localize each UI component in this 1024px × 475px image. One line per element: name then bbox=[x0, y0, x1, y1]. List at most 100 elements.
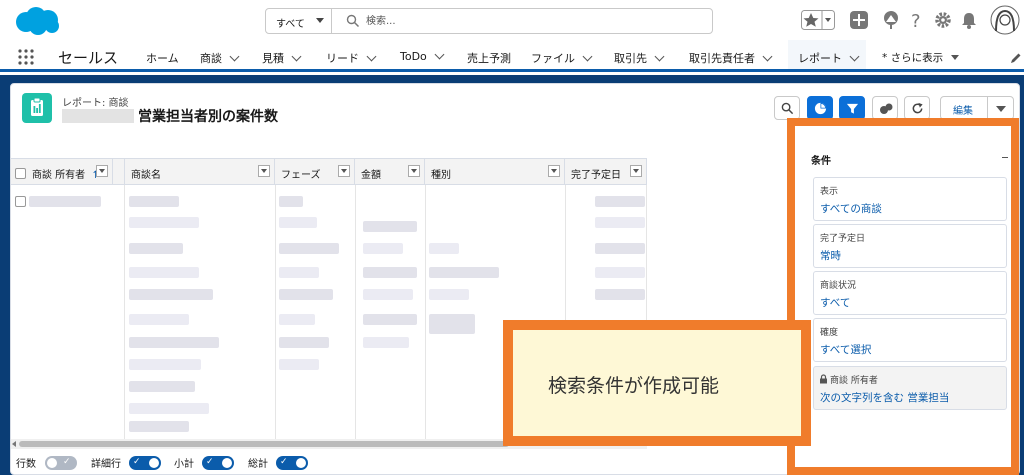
toggle-knob bbox=[296, 458, 306, 468]
row-checkbox[interactable] bbox=[15, 196, 26, 207]
nav-item-forecasts[interactable]: 売上予測 bbox=[467, 50, 511, 66]
filter-show[interactable]: 表示 すべての商談 bbox=[813, 177, 1007, 221]
nav-item-opportunities[interactable]: 商談 bbox=[200, 50, 240, 66]
redacted-text bbox=[363, 289, 413, 300]
trailhead-icon[interactable] bbox=[881, 10, 901, 30]
redacted-text bbox=[429, 289, 469, 300]
grand-total-toggle[interactable]: ✓ bbox=[276, 456, 308, 470]
pie-chart-icon bbox=[814, 102, 827, 115]
nav-more-button[interactable]: * さらに表示 bbox=[882, 50, 960, 65]
column-menu-button[interactable] bbox=[408, 165, 420, 177]
subscribe-button[interactable] bbox=[872, 96, 898, 120]
salesforce-logo[interactable] bbox=[12, 6, 62, 36]
scroll-left-arrow-icon[interactable] bbox=[12, 441, 16, 447]
filter-value: すべて選択 bbox=[820, 344, 872, 356]
notifications-bell-icon[interactable] bbox=[960, 10, 978, 30]
chevron-down-icon[interactable] bbox=[582, 51, 593, 62]
filter-label: 商談 所有者 bbox=[830, 376, 878, 386]
column-header-type[interactable]: 種別 bbox=[425, 159, 565, 185]
detail-rows-toggle[interactable]: ✓ bbox=[129, 456, 161, 470]
select-all-checkbox[interactable] bbox=[15, 168, 26, 179]
column-menu-button[interactable] bbox=[630, 165, 642, 177]
redacted-text bbox=[29, 196, 101, 207]
column-header-label: 商談名 bbox=[131, 170, 161, 181]
column-header-amount[interactable]: 金額 bbox=[355, 159, 425, 185]
edit-nav-pencil-icon[interactable] bbox=[1010, 52, 1022, 64]
bubbles-icon bbox=[880, 103, 893, 114]
edit-menu-dropdown-icon[interactable] bbox=[996, 106, 1006, 112]
nav-item-accounts[interactable]: 取引先 bbox=[614, 50, 665, 66]
chevron-down-icon[interactable] bbox=[654, 51, 665, 62]
search-scope-select[interactable]: すべて bbox=[266, 9, 332, 33]
collapse-icon[interactable] bbox=[1002, 157, 1008, 158]
nav-item-label: リード bbox=[326, 52, 359, 65]
breadcrumb[interactable]: レポート: 商談 bbox=[62, 94, 129, 109]
redacted-text bbox=[595, 243, 645, 254]
redacted-text bbox=[129, 196, 179, 207]
edit-button[interactable]: 編集 bbox=[953, 102, 973, 117]
annotation-text: 検索条件が作成可能 bbox=[548, 375, 720, 397]
redacted-text bbox=[279, 359, 319, 370]
search-icon bbox=[781, 102, 794, 115]
report-footer: 行数 ✓ 詳細行 ✓ 小計 ✓ 総計 ✓ bbox=[11, 453, 711, 473]
global-add-icon[interactable] bbox=[849, 10, 869, 30]
user-avatar[interactable] bbox=[990, 5, 1020, 35]
filter-label: 表示 bbox=[820, 187, 839, 197]
column-header-label: 完了予定日 bbox=[571, 170, 621, 181]
row-counts-toggle[interactable]: ✓ bbox=[45, 456, 77, 470]
setup-gear-icon[interactable] bbox=[934, 10, 952, 30]
chevron-down-icon[interactable] bbox=[434, 49, 445, 60]
filter-opportunity-status[interactable]: 商談状況 すべて bbox=[813, 271, 1007, 315]
column-menu-button[interactable] bbox=[96, 165, 108, 177]
column-header-stage[interactable]: フェーズ bbox=[275, 159, 355, 185]
filters-panel-title: 条件 bbox=[811, 156, 831, 167]
filter-probability[interactable]: 確度 すべて選択 bbox=[813, 318, 1007, 362]
refresh-button[interactable] bbox=[904, 96, 930, 120]
toggle-label-grand-total: 総計 bbox=[248, 459, 268, 470]
subtotals-toggle[interactable]: ✓ bbox=[202, 456, 234, 470]
help-icon[interactable]: ? bbox=[909, 10, 925, 30]
nav-more-label: * さらに表示 bbox=[882, 52, 944, 64]
divider bbox=[425, 185, 426, 440]
nav-item-quotes[interactable]: 見積 bbox=[262, 50, 302, 66]
nav-item-home[interactable]: ホーム bbox=[146, 50, 179, 66]
favorites-star-icon[interactable] bbox=[801, 10, 835, 30]
column-header-close-date[interactable]: 完了予定日 bbox=[565, 159, 647, 185]
chart-toggle-button[interactable] bbox=[807, 96, 833, 120]
column-menu-button[interactable] bbox=[258, 165, 270, 177]
chevron-down-icon[interactable] bbox=[366, 51, 377, 62]
filter-value: 次の文字列を含む 営業担当 bbox=[820, 392, 950, 404]
column-menu-button[interactable] bbox=[338, 165, 350, 177]
nav-item-files[interactable]: ファイル bbox=[531, 50, 593, 66]
checkmark-icon: ✓ bbox=[280, 457, 288, 467]
filter-close-date[interactable]: 完了予定日 常時 bbox=[813, 224, 1007, 268]
chevron-down-icon[interactable] bbox=[229, 51, 240, 62]
redacted-text bbox=[129, 314, 189, 325]
filter-value: すべての商談 bbox=[820, 203, 882, 215]
app-launcher-icon[interactable] bbox=[18, 49, 34, 65]
redacted-text bbox=[279, 314, 315, 325]
redacted-text bbox=[129, 359, 201, 370]
nav-item-leads[interactable]: リード bbox=[326, 50, 377, 66]
redacted-text bbox=[595, 196, 645, 207]
column-header-opportunity-name[interactable]: 商談名 bbox=[125, 159, 275, 185]
search-input[interactable] bbox=[366, 12, 696, 30]
app-name: セールス bbox=[58, 49, 119, 67]
nav-item-reports[interactable]: レポート bbox=[788, 40, 866, 72]
filter-funnel-icon bbox=[846, 103, 859, 114]
nav-item-label: ToDo bbox=[400, 50, 427, 63]
svg-text:?: ? bbox=[911, 11, 921, 30]
filter-toggle-button[interactable] bbox=[839, 96, 865, 120]
chevron-down-icon[interactable] bbox=[762, 51, 773, 62]
nav-item-contacts[interactable]: 取引先責任者 bbox=[689, 50, 773, 66]
chevron-down-icon[interactable] bbox=[291, 51, 302, 62]
annotation-callout: 検索条件が作成可能 bbox=[503, 320, 811, 446]
column-menu-button[interactable] bbox=[548, 165, 560, 177]
column-header-owner[interactable]: 商談 所有者 ↑ bbox=[11, 159, 113, 185]
report-search-button[interactable] bbox=[774, 96, 800, 120]
chevron-down-icon[interactable] bbox=[849, 51, 860, 62]
filter-opportunity-owner[interactable]: 商談 所有者 次の文字列を含む 営業担当 bbox=[813, 366, 1007, 410]
scrollbar-thumb[interactable] bbox=[19, 441, 509, 447]
nav-item-todo[interactable]: ToDo bbox=[400, 49, 445, 63]
redacted-text bbox=[129, 337, 219, 348]
